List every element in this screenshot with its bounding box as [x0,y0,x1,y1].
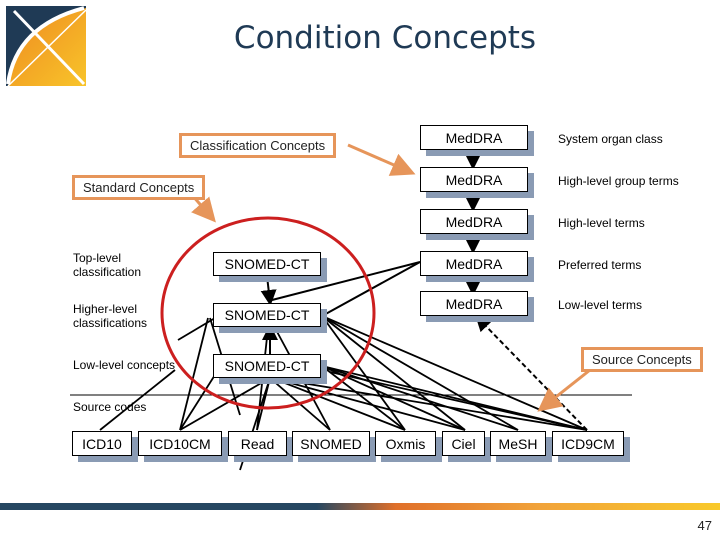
mapping-line-dashed [475,315,588,431]
snomed-ct-higher-node[interactable]: SNOMED-CT [213,303,321,327]
source-concepts-callout: Source Concepts [581,347,703,372]
meddra-node[interactable]: MedDRA [420,209,528,234]
mapping-line [271,377,588,431]
source-node-oxmis[interactable]: Oxmis [375,431,436,456]
snomed-arrow [260,275,277,306]
meddra-node[interactable]: MedDRA [420,125,528,150]
source-node-icd9cm[interactable]: ICD9CM [552,431,624,456]
page-number: 47 [697,518,712,533]
snomed-ct-low-node[interactable]: SNOMED-CT [213,354,321,378]
label-top-level: Top-level classification [73,251,142,279]
mapping-line [179,317,209,431]
label-source-codes: Source codes [73,400,147,414]
source-node-icd10cm[interactable]: ICD10CM [138,431,222,456]
source-node-ciel[interactable]: Ciel [442,431,485,456]
meddra-node[interactable]: MedDRA [420,167,528,192]
meddra-node[interactable]: MedDRA [420,291,528,316]
source-node-icd10[interactable]: ICD10 [72,431,132,456]
mapping-line [177,317,216,341]
meddra-level-label: High-level terms [558,216,645,230]
snomed-ct-top-node[interactable]: SNOMED-CT [213,252,321,276]
meddra-level-label: Preferred terms [558,258,642,272]
classification-concepts-callout: Classification Concepts [179,133,337,158]
source-node-snomed[interactable]: SNOMED [292,431,370,456]
callout-arrow [537,368,591,412]
meddra-node[interactable]: MedDRA [420,251,528,276]
label-higher-level: Higher-level classifications [73,302,148,330]
footer-gradient-bar [0,503,720,510]
standard-concepts-callout: Standard Concepts [72,175,206,200]
mapping-line [321,365,519,431]
meddra-level-label: High-level group terms [558,174,679,188]
meddra-level-label: Low-level terms [558,298,643,312]
meddra-level-label: System organ class [558,132,663,146]
callout-arrow [347,143,416,176]
source-node-read[interactable]: Read [228,431,287,456]
source-node-mesh[interactable]: MeSH [490,431,546,456]
label-low-level: Low-level concepts [73,358,176,372]
